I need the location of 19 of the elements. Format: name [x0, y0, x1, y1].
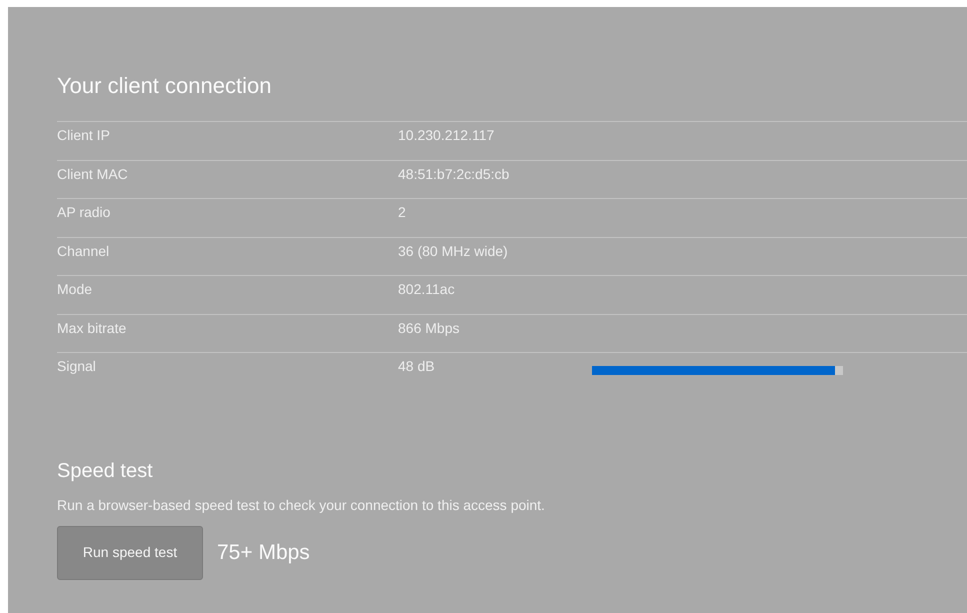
description-text: Run a browser-based speed test to check your connection to this access point.	[57, 496, 546, 515]
speed-result: 75+ Mbps	[217, 540, 310, 566]
row-label: Max bitrate	[57, 318, 128, 338]
row-value: 48 dB	[398, 357, 436, 376]
section-title: Speed test	[57, 458, 154, 483]
row-label: AP radio	[57, 203, 112, 222]
run-speed-test-button[interactable]: Run speed test	[57, 526, 203, 580]
row-label: Client IP	[57, 126, 111, 146]
section-title: Your client connection	[57, 73, 272, 100]
row-label: Client MAC	[57, 164, 129, 184]
row-value: 10.230.212.117	[398, 126, 496, 146]
row-value: 802.11ac	[398, 280, 456, 300]
row-value: 36 (80 MHz wide)	[398, 242, 509, 261]
row-label: Mode	[57, 280, 94, 300]
row-value: 866 Mbps	[398, 318, 460, 338]
row-value: 48:51:b7:2c:d5:cb	[398, 164, 510, 184]
row-label: Channel	[57, 242, 110, 261]
row-value: 2	[398, 203, 407, 222]
row-label: Signal	[57, 357, 97, 376]
